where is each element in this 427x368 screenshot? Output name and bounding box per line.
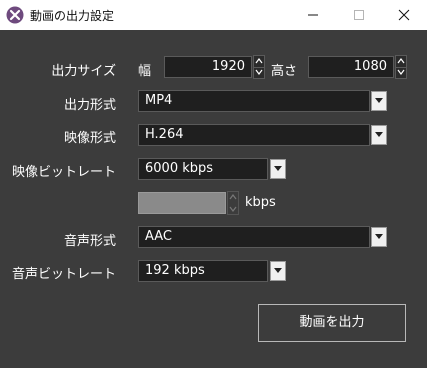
width-decrement-button[interactable] (254, 67, 264, 78)
custom-bitrate-input (138, 192, 226, 214)
close-button[interactable] (381, 0, 427, 30)
arrow-down-icon (229, 206, 237, 212)
output-size-label: 出力サイズ (51, 64, 116, 79)
audio-bitrate-select[interactable]: 192 kbps (138, 260, 268, 282)
window-title: 動画の出力設定 (30, 9, 115, 23)
height-stepper[interactable] (395, 55, 407, 79)
video-bitrate-label: 映像ビットレート (11, 165, 116, 180)
arrow-up-icon (255, 58, 263, 64)
chevron-down-icon (375, 132, 383, 137)
custom-bitrate-stepper (227, 191, 239, 215)
custom-bitrate-unit: kbps (245, 195, 276, 210)
arrow-down-icon (255, 69, 263, 75)
maximize-button[interactable] (336, 0, 382, 30)
width-input[interactable]: 1920 (164, 56, 252, 78)
export-video-button[interactable]: 動画を出力 (258, 304, 406, 342)
video-format-label: 映像形式 (63, 131, 116, 146)
close-icon (398, 9, 410, 21)
height-label: 高さ (271, 64, 298, 79)
audio-bitrate-label: 音声ビットレート (11, 267, 116, 282)
audio-format-label: 音声形式 (63, 234, 116, 249)
height-decrement-button[interactable] (396, 67, 406, 78)
arrow-up-icon (397, 58, 405, 64)
output-format-select[interactable]: MP4 (138, 90, 370, 112)
minimize-button[interactable] (290, 0, 336, 30)
height-input[interactable]: 1080 (308, 56, 394, 78)
video-format-select[interactable]: H.264 (138, 124, 370, 146)
width-stepper[interactable] (253, 55, 265, 79)
chevron-down-icon (375, 234, 383, 239)
chevron-down-icon (274, 268, 282, 273)
video-bitrate-dropdown-button[interactable] (270, 159, 286, 179)
chevron-down-icon (274, 166, 282, 171)
audio-bitrate-dropdown-button[interactable] (270, 261, 286, 281)
chevron-down-icon (375, 98, 383, 103)
output-format-label: 出力形式 (63, 98, 116, 113)
app-icon (6, 6, 24, 24)
minimize-icon (308, 14, 318, 16)
width-label: 幅 (138, 64, 152, 79)
arrow-down-icon (397, 69, 405, 75)
title-bar: 動画の出力設定 (0, 0, 427, 30)
output-format-dropdown-button[interactable] (371, 91, 387, 111)
arrow-up-icon (229, 194, 237, 200)
video-format-dropdown-button[interactable] (371, 125, 387, 145)
video-bitrate-select[interactable]: 6000 kbps (138, 158, 268, 180)
maximize-icon (354, 10, 364, 20)
audio-format-dropdown-button[interactable] (371, 227, 387, 247)
audio-format-select[interactable]: AAC (138, 226, 370, 248)
